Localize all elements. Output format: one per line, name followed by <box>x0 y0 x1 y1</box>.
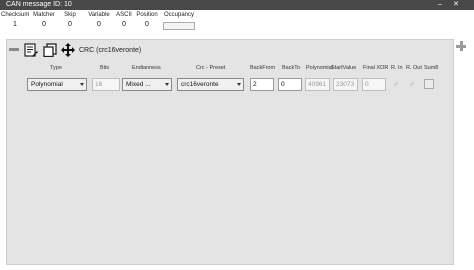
message-panel <box>6 39 454 265</box>
stat-label: Skip <box>64 12 76 18</box>
stat-label: Checksum <box>1 12 30 18</box>
bits-field[interactable]: 16 <box>92 78 120 91</box>
stat-position: Position 0 <box>135 12 159 28</box>
col-endianness: Endianness <box>132 65 161 71</box>
col-final-xor: Final XOR <box>363 65 389 71</box>
col-back-from: BackFrom <box>250 65 276 71</box>
preset-select[interactable]: crc16veronte <box>177 78 244 91</box>
type-select[interactable]: Polynomial <box>27 78 87 91</box>
sum8-checkbox[interactable] <box>424 79 434 89</box>
back-to-field[interactable]: 0 <box>278 78 302 91</box>
minus-icon[interactable] <box>9 48 19 51</box>
stat-value: 0 <box>145 21 149 28</box>
stat-value: 0 <box>97 21 101 28</box>
polynomial-value: 40961 <box>308 81 327 88</box>
stat-skip: Skip 0 <box>60 12 80 28</box>
endianness-select[interactable]: Mixed ... <box>122 78 172 91</box>
close-button[interactable]: ✕ <box>450 0 462 10</box>
stat-label: Matcher <box>33 12 55 18</box>
r-out-checkbox[interactable]: ✓ <box>408 80 417 89</box>
move-icon[interactable] <box>61 43 75 57</box>
chevron-down-icon <box>237 83 241 86</box>
bits-value: 16 <box>95 81 103 88</box>
final-xor-field[interactable]: 0 <box>362 78 386 91</box>
back-from-field[interactable]: 2 <box>250 78 274 91</box>
col-polynomial: Polynomial <box>306 65 333 71</box>
back-to-value: 0 <box>281 81 285 88</box>
col-preset: Crc - Preset <box>196 65 226 71</box>
stat-label: ASCII <box>116 12 132 18</box>
chevron-down-icon <box>80 83 84 86</box>
col-bits: Bits <box>100 65 110 71</box>
copy-icon[interactable] <box>43 43 57 57</box>
plus-icon[interactable] <box>455 40 467 52</box>
r-in-checkbox[interactable]: ✓ <box>392 80 401 89</box>
back-from-value: 2 <box>253 81 257 88</box>
col-start-value: StartValue <box>331 65 357 71</box>
occupancy-bar <box>163 22 195 30</box>
stat-value: 1 <box>13 21 17 28</box>
col-r-in: R. In <box>391 65 403 71</box>
stat-matcher: Matcher 0 <box>31 12 57 28</box>
chevron-down-icon <box>165 83 169 86</box>
col-r-out: R. Out <box>406 65 422 71</box>
window-title: CAN message ID: 10 <box>6 1 72 8</box>
stat-variable: Variable 0 <box>86 12 112 28</box>
stat-value: 0 <box>42 21 46 28</box>
final-xor-value: 0 <box>365 81 369 88</box>
stat-ascii: ASCII 0 <box>114 12 134 28</box>
preset-select-value: crc16veronte <box>181 81 219 88</box>
edit-list-icon[interactable] <box>24 43 38 57</box>
stat-label: Occupancy <box>163 12 194 18</box>
block-title: CRC (crc16veronte) <box>79 47 142 54</box>
col-back-to: BackTo <box>282 65 301 71</box>
start-value-value: 23073 <box>336 81 355 88</box>
stat-label: Position <box>136 12 158 18</box>
stat-value: 0 <box>68 21 72 28</box>
endianness-select-value: Mixed ... <box>126 81 151 88</box>
polynomial-field[interactable]: 40961 <box>305 78 330 91</box>
stat-value: 0 <box>122 21 126 28</box>
stat-checksum: Checksum 1 <box>1 12 29 28</box>
start-value-field[interactable]: 23073 <box>333 78 358 91</box>
stat-label: Variable <box>88 12 110 18</box>
type-select-value: Polynomial <box>31 81 63 88</box>
col-sum8: Sum8 <box>424 65 439 71</box>
title-bar: CAN message ID: 10 – ✕ <box>0 0 474 10</box>
stat-occupancy: Occupancy <box>163 12 195 18</box>
col-type: Type <box>50 65 62 71</box>
minimize-button[interactable]: – <box>434 0 446 10</box>
